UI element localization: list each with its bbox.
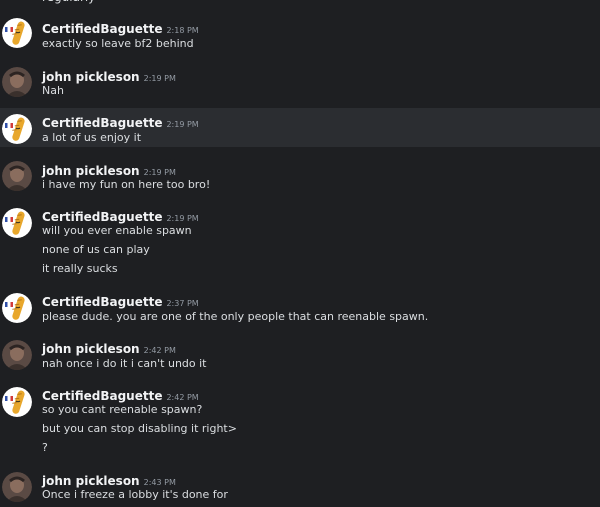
- message-text: Nah: [42, 84, 64, 97]
- message-text: exactly so leave bf2 behind: [42, 37, 194, 50]
- message-text: none of us can play: [42, 243, 150, 256]
- message-text: i have my fun on here too bro!: [42, 178, 211, 191]
- timestamp: 2:19 PM: [143, 74, 176, 83]
- clipped-message-text: regularly: [42, 0, 95, 4]
- message-text: please dude. you are one of the only peo…: [42, 310, 429, 323]
- baguette-avatar-icon[interactable]: [2, 114, 32, 144]
- message-group[interactable]: john pickleson 2:19 PM Nah: [0, 61, 600, 107]
- message-text: but you can stop disabling it right>: [42, 422, 237, 435]
- timestamp: 2:19 PM: [166, 214, 199, 223]
- john-avatar-icon[interactable]: [2, 161, 32, 191]
- username[interactable]: CertifiedBaguette: [42, 389, 162, 403]
- timestamp: 2:18 PM: [166, 26, 199, 35]
- timestamp: 2:19 PM: [143, 168, 176, 177]
- message-text: a lot of us enjoy it: [42, 131, 142, 144]
- john-avatar-icon[interactable]: [2, 67, 32, 97]
- baguette-avatar-icon[interactable]: [2, 293, 32, 323]
- username[interactable]: CertifiedBaguette: [42, 295, 162, 309]
- timestamp: 2:42 PM: [143, 346, 176, 355]
- username[interactable]: CertifiedBaguette: [42, 116, 162, 130]
- timestamp: 2:37 PM: [166, 299, 199, 308]
- timestamp: 2:42 PM: [166, 393, 199, 402]
- chat-message-list[interactable]: regularly CertifiedBaguette 2:18 PM exact…: [0, 0, 600, 507]
- message-group[interactable]: CertifiedBaguette 2:19 PM a lot of us enj…: [0, 108, 600, 147]
- message-group[interactable]: CertifiedBaguette 2:18 PM exactly so leav…: [0, 14, 600, 60]
- username[interactable]: john pickleson: [42, 164, 140, 178]
- john-avatar-icon[interactable]: [2, 340, 32, 370]
- username[interactable]: john pickleson: [42, 474, 140, 488]
- message-text: it really sucks: [42, 262, 118, 275]
- message-text: will you ever enable spawn: [42, 224, 192, 237]
- username[interactable]: CertifiedBaguette: [42, 22, 162, 36]
- username[interactable]: john pickleson: [42, 342, 140, 356]
- message-group[interactable]: CertifiedBaguette 2:42 PM so you cant ree…: [0, 381, 600, 465]
- username[interactable]: john pickleson: [42, 70, 140, 84]
- message-text: Once i freeze a lobby it's done for: [42, 488, 228, 501]
- message-group[interactable]: CertifiedBaguette 2:19 PM will you ever e…: [0, 202, 600, 286]
- baguette-avatar-icon[interactable]: [2, 387, 32, 417]
- message-text: ?: [42, 441, 48, 454]
- message-text: nah once i do it i can't undo it: [42, 357, 207, 370]
- baguette-avatar-icon[interactable]: [2, 208, 32, 238]
- username[interactable]: CertifiedBaguette: [42, 210, 162, 224]
- message-group[interactable]: CertifiedBaguette 2:37 PM please dude. yo…: [0, 287, 600, 333]
- timestamp: 2:19 PM: [166, 120, 199, 129]
- message-group[interactable]: john pickleson 2:42 PM nah once i do it i…: [0, 334, 600, 380]
- timestamp: 2:43 PM: [143, 478, 176, 487]
- john-avatar-icon[interactable]: [2, 472, 32, 502]
- message-text: so you cant reenable spawn?: [42, 403, 203, 416]
- baguette-avatar-icon[interactable]: [2, 18, 32, 48]
- message-group[interactable]: john pickleson 2:19 PM i have my fun on h…: [0, 155, 600, 201]
- message-group[interactable]: john pickleson 2:43 PM Once i freeze a lo…: [0, 466, 600, 507]
